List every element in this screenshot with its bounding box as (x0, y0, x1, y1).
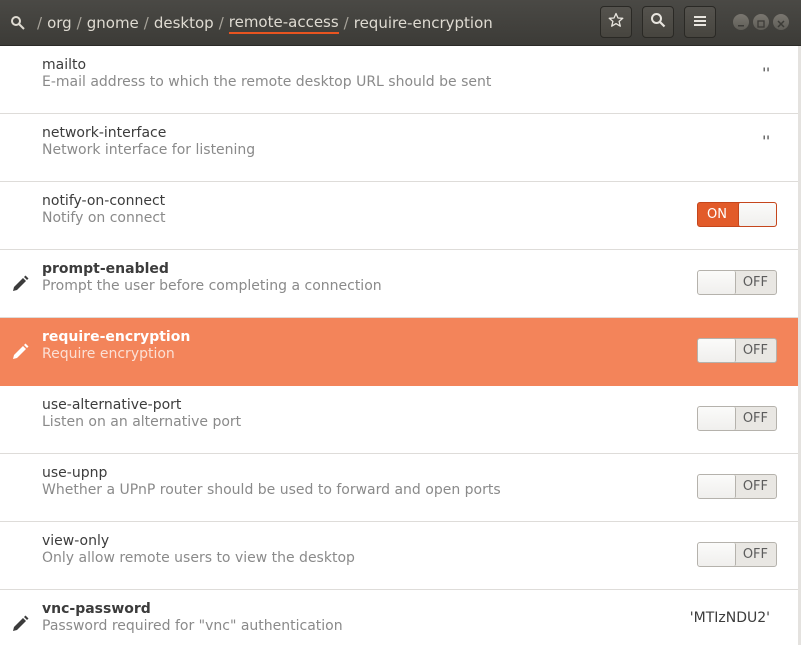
breadcrumb-separator: / (143, 14, 149, 32)
key-description: Only allow remote users to view the desk… (42, 550, 355, 566)
toggle-knob (698, 407, 736, 430)
key-name: notify-on-connect (42, 193, 166, 209)
key-row-require-encryption[interactable]: require-encryption Require encryption OF… (0, 318, 798, 386)
toggle-label: OFF (742, 479, 768, 494)
key-row-use-upnp[interactable]: use-upnp Whether a UPnP router should be… (0, 454, 798, 522)
close-icon (777, 13, 785, 32)
toggle-knob (698, 271, 736, 294)
key-description: Listen on an alternative port (42, 414, 242, 430)
breadcrumb-item-gnome[interactable]: gnome (87, 14, 139, 32)
close-button[interactable] (773, 14, 789, 30)
breadcrumb-separator: / (343, 14, 349, 32)
key-value: '' (762, 66, 770, 82)
breadcrumb-separator: / (218, 14, 224, 32)
breadcrumb-item-require-encryption[interactable]: require-encryption (354, 14, 493, 32)
search-icon (650, 12, 666, 32)
key-description: Prompt the user before completing a conn… (42, 278, 382, 294)
toggle-knob (738, 203, 776, 226)
pencil-icon (10, 274, 30, 294)
keys-list: mailto E-mail address to which the remot… (0, 46, 798, 652)
minimize-icon (737, 13, 745, 32)
toggle-switch[interactable]: OFF (697, 406, 777, 431)
key-name: mailto (42, 57, 87, 73)
star-icon (608, 12, 624, 32)
menu-button[interactable] (684, 6, 716, 38)
toggle-knob (698, 543, 736, 566)
key-name: vnc-password (42, 601, 151, 617)
key-row-mailto[interactable]: mailto E-mail address to which the remot… (0, 46, 798, 114)
bookmark-button[interactable] (600, 6, 632, 38)
minimize-button[interactable] (733, 14, 749, 30)
toggle-label: ON (707, 207, 727, 222)
key-row-use-alternative-port[interactable]: use-alternative-port Listen on an altern… (0, 386, 798, 454)
toggle-knob (698, 475, 736, 498)
key-description: Network interface for listening (42, 142, 256, 158)
breadcrumb-item-desktop[interactable]: desktop (154, 14, 214, 32)
toggle-switch[interactable]: OFF (697, 270, 777, 295)
pencil-icon (10, 614, 30, 634)
key-name: use-alternative-port (42, 397, 182, 413)
toggle-label: OFF (742, 411, 768, 426)
pencil-icon (10, 342, 30, 362)
toggle-switch[interactable]: OFF (697, 338, 777, 363)
key-description: Notify on connect (42, 210, 166, 226)
hamburger-menu-icon (693, 13, 707, 32)
key-name: require-encryption (42, 329, 191, 345)
key-description: Require encryption (42, 346, 175, 362)
search-root-icon[interactable] (8, 13, 28, 33)
key-row-vnc-password[interactable]: vnc-password Password required for "vnc"… (0, 590, 798, 652)
key-name: network-interface (42, 125, 167, 141)
key-description: Whether a UPnP router should be used to … (42, 482, 501, 498)
breadcrumb-item-org[interactable]: org (47, 14, 72, 32)
key-row-notify-on-connect[interactable]: notify-on-connect Notify on connect ON (0, 182, 798, 250)
breadcrumb-separator: / (37, 14, 43, 32)
header-bar: / org / gnome / desktop / remote-access … (0, 0, 801, 46)
toggle-label: OFF (742, 343, 768, 358)
key-description: Password required for "vnc" authenticati… (42, 618, 343, 634)
key-row-view-only[interactable]: view-only Only allow remote users to vie… (0, 522, 798, 590)
toggle-switch[interactable]: OFF (697, 474, 777, 499)
key-value: '' (762, 134, 770, 150)
toggle-label: OFF (742, 275, 768, 290)
maximize-button[interactable] (753, 14, 769, 30)
search-button[interactable] (642, 6, 674, 38)
key-name: prompt-enabled (42, 261, 169, 277)
breadcrumb-separator: / (76, 14, 82, 32)
maximize-icon (757, 13, 765, 32)
breadcrumb: / org / gnome / desktop / remote-access … (8, 0, 493, 46)
toggle-label: OFF (742, 547, 768, 562)
key-name: view-only (42, 533, 110, 549)
key-description: E-mail address to which the remote deskt… (42, 74, 492, 90)
key-name: use-upnp (42, 465, 108, 481)
toggle-switch[interactable]: ON (697, 202, 777, 227)
key-row-prompt-enabled[interactable]: prompt-enabled Prompt the user before co… (0, 250, 798, 318)
breadcrumb-item-remote-access[interactable]: remote-access (228, 13, 339, 34)
toggle-switch[interactable]: OFF (697, 542, 777, 567)
toggle-knob (698, 339, 736, 362)
key-value: 'MTIzNDU2' (689, 610, 770, 626)
key-row-network-interface[interactable]: network-interface Network interface for … (0, 114, 798, 182)
